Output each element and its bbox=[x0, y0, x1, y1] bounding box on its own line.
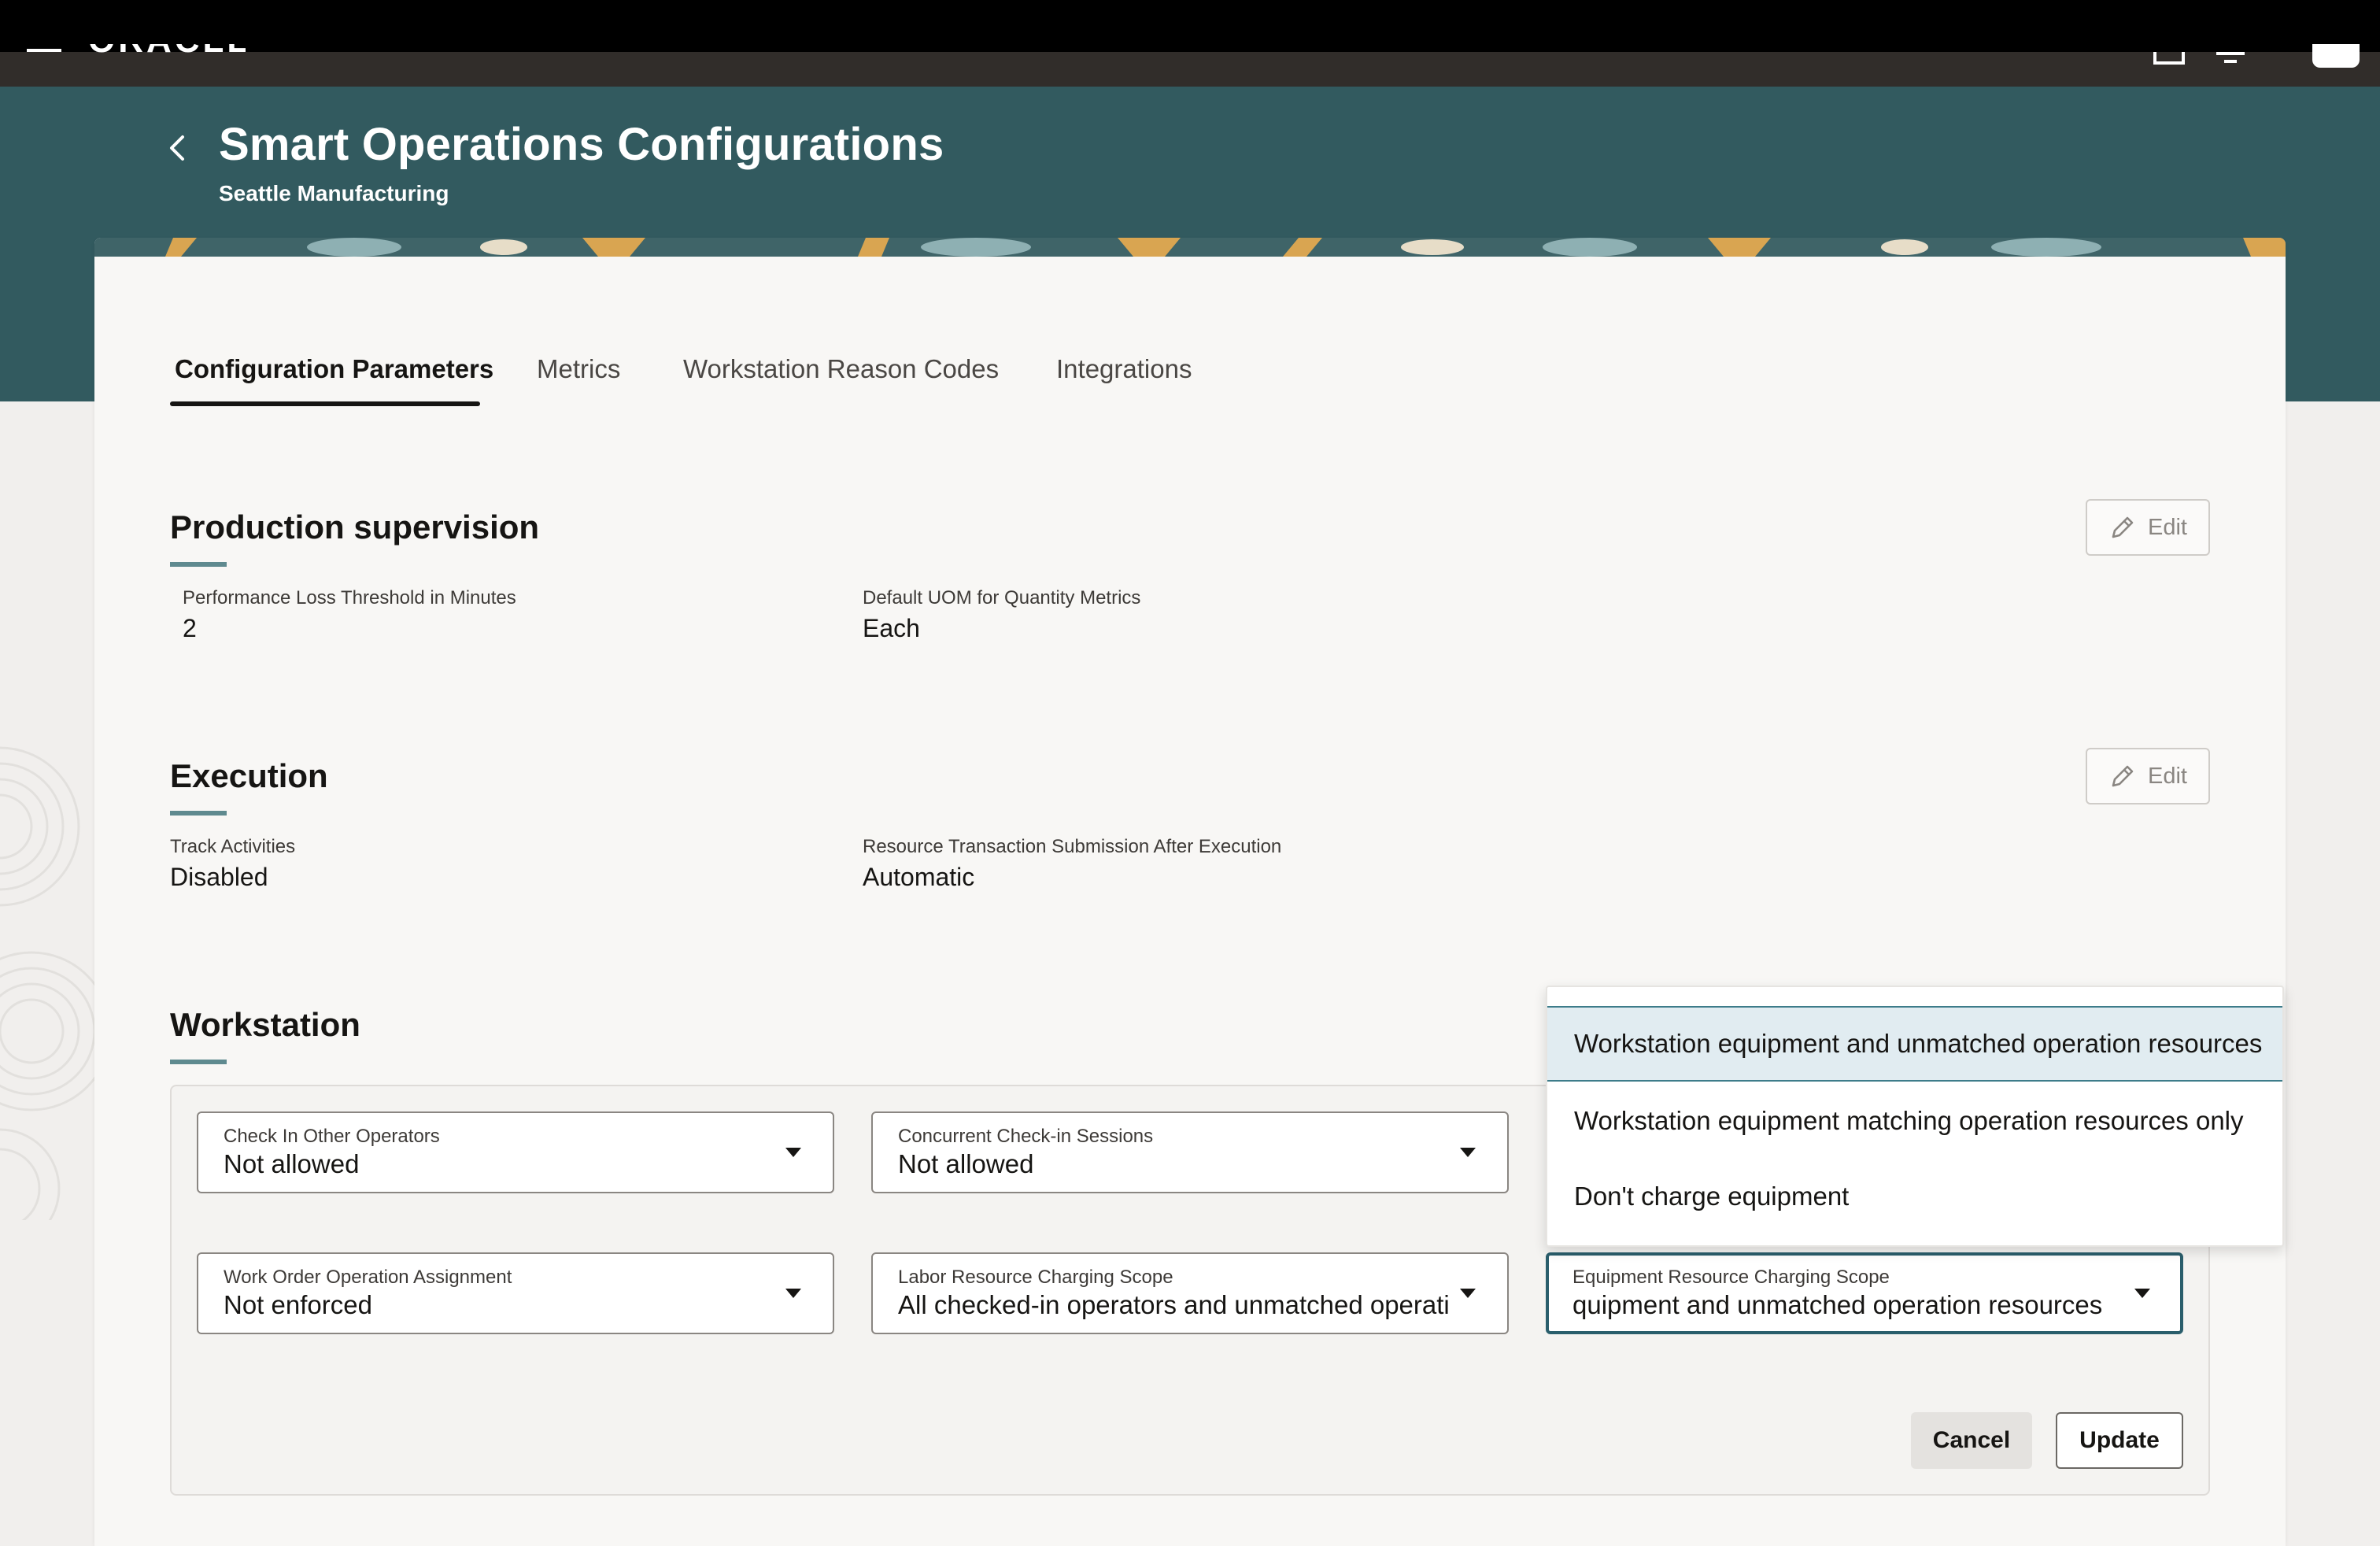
field-value-track-activities: Disabled bbox=[170, 863, 268, 891]
select-label: Labor Resource Charging Scope bbox=[898, 1267, 1173, 1288]
field-value-default-uom: Each bbox=[863, 614, 920, 642]
global-header bbox=[0, 52, 2380, 87]
section-rule bbox=[170, 562, 227, 567]
caret-down-icon bbox=[785, 1289, 801, 1298]
edit-button-label: Edit bbox=[2148, 514, 2187, 540]
select-label: Work Order Operation Assignment bbox=[224, 1267, 512, 1288]
dropdown-option[interactable]: Don't charge equipment bbox=[1547, 1159, 2282, 1234]
select-check-in-other-operators[interactable]: Check In Other Operators Not allowed bbox=[197, 1111, 834, 1193]
edit-button-label: Edit bbox=[2148, 763, 2187, 789]
dropdown-option[interactable]: Workstation equipment and unmatched oper… bbox=[1547, 1006, 2282, 1082]
active-tab-indicator bbox=[170, 401, 480, 406]
pencil-icon bbox=[2112, 516, 2134, 538]
select-labor-resource-charging-scope[interactable]: Labor Resource Charging Scope All checke… bbox=[871, 1252, 1509, 1334]
select-value: All checked-in operators and unmatched o… bbox=[898, 1290, 1449, 1319]
caret-down-icon bbox=[785, 1148, 801, 1157]
tab-integrations[interactable]: Integrations bbox=[1056, 354, 1192, 384]
section-title-execution: Execution bbox=[170, 757, 328, 794]
caret-down-icon bbox=[1460, 1148, 1476, 1157]
field-label-track-activities: Track Activities bbox=[170, 836, 296, 857]
pencil-icon bbox=[2112, 765, 2134, 787]
cancel-button[interactable]: Cancel bbox=[1911, 1412, 2032, 1469]
section-title-workstation: Workstation bbox=[170, 1006, 360, 1043]
field-label-default-uom: Default UOM for Quantity Metrics bbox=[863, 587, 1141, 608]
update-button[interactable]: Update bbox=[2056, 1412, 2183, 1469]
select-value: quipment and unmatched operation resourc… bbox=[1572, 1290, 2103, 1319]
decorative-banner bbox=[94, 238, 2286, 257]
field-label-resource-transaction: Resource Transaction Submission After Ex… bbox=[863, 836, 1282, 857]
tab-metrics[interactable]: Metrics bbox=[537, 354, 620, 384]
tab-configuration-parameters[interactable]: Configuration Parameters bbox=[175, 354, 493, 384]
screen-bezel bbox=[0, 0, 2380, 52]
select-label: Concurrent Check-in Sessions bbox=[898, 1126, 1154, 1147]
tab-workstation-reason-codes[interactable]: Workstation Reason Codes bbox=[683, 354, 999, 384]
section-rule bbox=[170, 811, 227, 816]
caret-down-icon bbox=[1460, 1289, 1476, 1298]
select-label: Check In Other Operators bbox=[224, 1126, 440, 1147]
dropdown-option[interactable]: Workstation equipment matching operation… bbox=[1547, 1083, 2282, 1159]
select-value: Not allowed bbox=[898, 1149, 1034, 1178]
select-value: Not allowed bbox=[224, 1149, 360, 1178]
oracle-logo: ORACLE bbox=[88, 44, 246, 55]
caret-down-icon bbox=[2134, 1289, 2150, 1298]
field-value-resource-transaction: Automatic bbox=[863, 863, 975, 891]
decorative-pattern bbox=[0, 746, 94, 1220]
select-value: Not enforced bbox=[224, 1290, 372, 1319]
avatar[interactable] bbox=[2312, 44, 2360, 68]
select-work-order-operation-assignment[interactable]: Work Order Operation Assignment Not enfo… bbox=[197, 1252, 834, 1334]
select-equipment-resource-charging-scope[interactable]: Equipment Resource Charging Scope quipme… bbox=[1546, 1252, 2183, 1334]
section-rule bbox=[170, 1060, 227, 1064]
section-title-production-supervision: Production supervision bbox=[170, 509, 540, 546]
page-title: Smart Operations Configurations bbox=[219, 119, 944, 170]
field-label-performance-loss: Performance Loss Threshold in Minutes bbox=[183, 587, 516, 608]
select-label: Equipment Resource Charging Scope bbox=[1572, 1267, 1890, 1288]
edit-button-execution[interactable]: Edit bbox=[2086, 748, 2210, 804]
equipment-charging-scope-listbox: Workstation equipment and unmatched oper… bbox=[1546, 986, 2284, 1247]
chevron-left-icon[interactable] bbox=[167, 131, 189, 165]
home-icon[interactable] bbox=[2153, 52, 2185, 65]
page-subtitle: Seattle Manufacturing bbox=[219, 181, 449, 205]
menu-icon[interactable] bbox=[27, 49, 61, 52]
select-concurrent-check-in-sessions[interactable]: Concurrent Check-in Sessions Not allowed bbox=[871, 1111, 1509, 1193]
notifications-icon[interactable] bbox=[2216, 52, 2245, 65]
edit-button-production-supervision[interactable]: Edit bbox=[2086, 499, 2210, 556]
field-value-performance-loss: 2 bbox=[183, 614, 197, 642]
